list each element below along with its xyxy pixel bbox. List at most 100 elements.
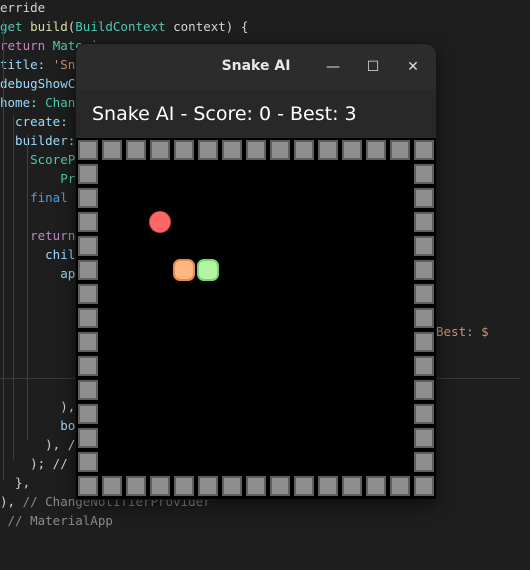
- window-titlebar[interactable]: Snake AI — ☐ ✕: [76, 44, 436, 90]
- code-token: home:: [0, 95, 46, 110]
- wall-cell: [78, 428, 98, 448]
- code-token: ); //: [0, 456, 68, 471]
- wall-cell: [390, 140, 410, 160]
- code-token: },: [0, 475, 31, 490]
- code-line: builder:: [0, 131, 75, 150]
- wall-cell: [78, 380, 98, 400]
- wall-cell: [390, 476, 410, 496]
- wall-cell: [270, 140, 290, 160]
- code-line: // MaterialApp: [0, 511, 113, 530]
- code-line: get build(BuildContext context) {: [0, 17, 248, 36]
- wall-cell: [78, 164, 98, 184]
- wall-cell: [78, 236, 98, 256]
- code-line: },: [0, 473, 30, 492]
- close-button[interactable]: ✕: [400, 54, 426, 80]
- code-line: chil: [0, 245, 75, 264]
- wall-cell: [78, 356, 98, 376]
- code-line: home: Chang: [0, 93, 83, 112]
- wall-cell: [246, 140, 266, 160]
- app-bar: Snake AI - Score: 0 - Best: 3: [76, 90, 436, 138]
- code-token: erride: [0, 0, 46, 15]
- code-side-text: Best: $: [436, 324, 489, 339]
- wall-cell: [150, 140, 170, 160]
- wall-cell: [414, 428, 434, 448]
- wall-cell: [414, 380, 434, 400]
- code-token: title:: [0, 57, 53, 72]
- code-line: [0, 378, 75, 397]
- code-token: return: [0, 38, 53, 53]
- indent-guide: [3, 20, 4, 480]
- wall-cell: [414, 452, 434, 472]
- wall-cell: [342, 476, 362, 496]
- wall-cell: [78, 308, 98, 328]
- wall-cell: [198, 140, 218, 160]
- snake-body-segment: [197, 259, 219, 281]
- wall-cell: [126, 476, 146, 496]
- wall-cell: [414, 260, 434, 280]
- wall-cell: [78, 332, 98, 352]
- wall-cell: [78, 212, 98, 232]
- wall-cell: [414, 356, 434, 376]
- code-token: ),: [0, 399, 76, 414]
- code-line: ); //: [0, 454, 68, 473]
- wall-cell: [366, 476, 386, 496]
- wall-cell: [414, 284, 434, 304]
- indent-guide: [13, 115, 14, 460]
- code-line: return: [0, 226, 75, 245]
- code-token: context) {: [165, 19, 249, 34]
- code-line: ), /: [0, 435, 75, 454]
- wall-cell: [174, 140, 194, 160]
- code-token: build: [30, 19, 68, 34]
- code-line: erride: [0, 0, 45, 17]
- code-line: ),: [0, 397, 75, 416]
- code-token: BuildContext: [75, 19, 166, 34]
- code-token: builder:: [0, 133, 76, 148]
- wall-cell: [78, 260, 98, 280]
- code-token: return: [0, 228, 76, 243]
- code-token: // MaterialApp: [0, 513, 113, 528]
- wall-cell: [78, 476, 98, 496]
- wall-cell: [270, 476, 290, 496]
- wall-cell: [414, 188, 434, 208]
- code-token: final: [0, 190, 76, 205]
- wall-cell: [318, 476, 338, 496]
- wall-cell: [246, 476, 266, 496]
- snake-ai-window: Snake AI — ☐ ✕ Snake AI - Score: 0 - Bes…: [76, 44, 436, 499]
- wall-cell: [414, 308, 434, 328]
- wall-cell: [78, 284, 98, 304]
- wall-cell: [318, 140, 338, 160]
- wall-cell: [150, 476, 170, 496]
- food-apple: [149, 211, 171, 233]
- wall-cell: [78, 404, 98, 424]
- code-token: debugShowCh: [0, 76, 83, 91]
- maximize-button[interactable]: ☐: [360, 54, 386, 80]
- code-token: chil: [0, 247, 76, 262]
- wall-cell: [102, 140, 122, 160]
- wall-cell: [414, 212, 434, 232]
- game-board: [76, 138, 436, 499]
- wall-cell: [366, 140, 386, 160]
- wall-cell: [414, 140, 434, 160]
- wall-cell: [222, 476, 242, 496]
- wall-cell: [414, 236, 434, 256]
- wall-cell: [342, 140, 362, 160]
- code-line: debugShowCh: [0, 74, 83, 93]
- code-token: get: [0, 19, 31, 34]
- wall-cell: [78, 188, 98, 208]
- code-line: title: 'Sna: [0, 55, 83, 74]
- snake-head: [173, 259, 195, 281]
- code-token: ), /: [0, 437, 76, 452]
- minimize-button[interactable]: —: [320, 54, 346, 80]
- wall-cell: [414, 164, 434, 184]
- wall-cell: [78, 452, 98, 472]
- wall-cell: [102, 476, 122, 496]
- wall-cell: [78, 140, 98, 160]
- wall-cell: [414, 476, 434, 496]
- code-token: ),: [0, 494, 23, 509]
- wall-cell: [414, 404, 434, 424]
- wall-cell: [198, 476, 218, 496]
- wall-cell: [294, 476, 314, 496]
- wall-cell: [294, 140, 314, 160]
- wall-cell: [222, 140, 242, 160]
